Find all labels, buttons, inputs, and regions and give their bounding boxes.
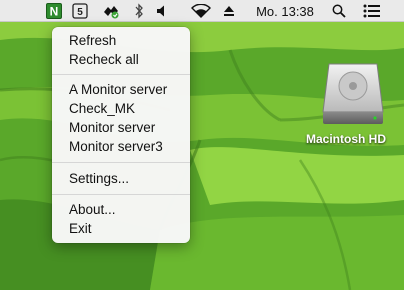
menu-item-check-mk[interactable]: Check_MK xyxy=(69,100,135,118)
menubar-clock[interactable]: Mo. 13:38 xyxy=(252,0,318,22)
menu-item-monitor-server[interactable]: Monitor server xyxy=(69,119,155,137)
menu-item-about[interactable]: About... xyxy=(69,201,116,219)
bluetooth-icon[interactable] xyxy=(132,0,146,22)
menu-item-a-monitor-server[interactable]: A Monitor server xyxy=(69,81,167,99)
notification-list-icon[interactable] xyxy=(362,0,382,22)
menu-bar: N 5 Mo. 13:38 xyxy=(0,0,404,22)
nagstamon-letter: N xyxy=(50,5,59,19)
menu-item-recheck-all[interactable]: Recheck all xyxy=(69,51,139,69)
menu-item-refresh[interactable]: Refresh xyxy=(69,32,116,50)
macintosh-hd-label[interactable]: Macintosh HD xyxy=(296,132,396,146)
volume-icon[interactable] xyxy=(156,0,172,22)
menu-item-monitor-server3[interactable]: Monitor server3 xyxy=(69,138,163,156)
nagstamon-dropdown-menu: Refresh Recheck all A Monitor server Che… xyxy=(52,27,190,243)
menu-item-settings[interactable]: Settings... xyxy=(69,170,129,188)
menu-separator xyxy=(52,162,190,163)
menu-separator xyxy=(52,74,190,75)
puzzle-sync-icon[interactable] xyxy=(102,0,120,22)
badge-number: 5 xyxy=(77,7,83,18)
search-icon[interactable] xyxy=(331,0,347,22)
menu-separator xyxy=(52,194,190,195)
wifi-icon[interactable] xyxy=(191,0,211,22)
shield-badge-icon[interactable]: 5 xyxy=(72,0,88,22)
eject-icon[interactable] xyxy=(222,0,236,22)
menu-item-exit[interactable]: Exit xyxy=(69,220,92,238)
macintosh-hd-icon[interactable] xyxy=(313,60,393,133)
nagstamon-icon[interactable]: N xyxy=(46,0,62,22)
